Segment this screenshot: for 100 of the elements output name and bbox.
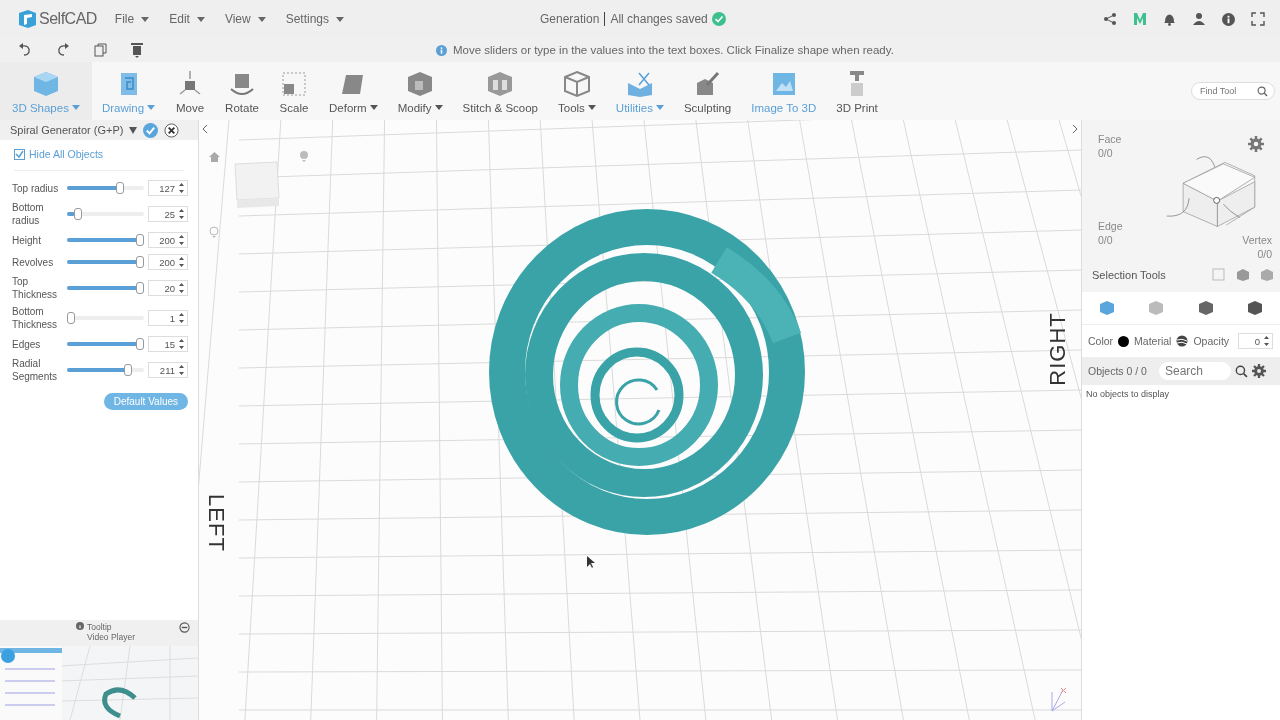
parameter-label: Edges: [12, 337, 42, 351]
axis-label: LEFT: [202, 494, 229, 552]
fullscreen-icon[interactable]: [1251, 12, 1265, 26]
project-name: Generation: [540, 12, 600, 26]
parameter-label: Revolves: [12, 255, 55, 269]
parameter-slider[interactable]: [66, 208, 144, 220]
expand-icon[interactable]: [1071, 124, 1079, 134]
minimize-icon[interactable]: [179, 622, 190, 633]
view-mode-icon[interactable]: [1247, 300, 1264, 316]
cube-select-icon[interactable]: [1236, 268, 1250, 282]
parameter-label: Bottom Thickness: [12, 305, 58, 331]
toolbar-button[interactable]: Scale: [269, 62, 319, 120]
spinner-icon[interactable]: [179, 234, 184, 246]
search-icon[interactable]: [1234, 364, 1248, 378]
hint-text: Move sliders or type in the values into the text boxes. Click Finalize shape when ready.: [453, 44, 894, 56]
number-field[interactable]: 1: [147, 310, 188, 326]
color-swatch[interactable]: [1118, 335, 1130, 347]
toolbar-button[interactable]: 3D Print: [826, 62, 888, 120]
caret-icon: [71, 105, 80, 110]
settings-icon[interactable]: [1248, 136, 1264, 152]
parameter-slider[interactable]: [66, 364, 144, 376]
search-field[interactable]: Search: [1158, 362, 1231, 380]
info-icon: [76, 622, 84, 630]
trash-icon[interactable]: [131, 42, 143, 58]
parameter-slider[interactable]: [66, 182, 144, 194]
spinner-icon[interactable]: [179, 312, 184, 324]
caret-icon: [257, 16, 266, 22]
bell-icon[interactable]: [1163, 12, 1176, 26]
caret-icon: [587, 105, 596, 110]
logo-icon: [16, 8, 38, 30]
confirm-icon[interactable]: [143, 122, 159, 138]
toolbar-button[interactable]: Deform: [319, 62, 388, 120]
opacity-label: Opacity: [1193, 335, 1230, 347]
caret-icon: [336, 16, 345, 22]
spinner-icon[interactable]: [179, 282, 184, 294]
view-mode-icon[interactable]: [1197, 300, 1214, 316]
axis-label: RIGHT: [1044, 312, 1071, 386]
caret-icon: [369, 105, 378, 110]
spinner-icon[interactable]: [179, 182, 184, 194]
parameter-slider[interactable]: [66, 312, 144, 324]
objects-count: Objects 0 / 0: [1088, 365, 1147, 377]
empty-message: No objects to display: [1085, 388, 1171, 401]
user-icon[interactable]: [1192, 12, 1206, 26]
edge-count: Edge 0/0: [1098, 219, 1123, 247]
tooltip-subtitle: Video Player: [87, 632, 136, 642]
opacity-field[interactable]: 0: [1238, 333, 1274, 349]
save-status: All changes saved: [610, 12, 708, 26]
toolbar-button[interactable]: Stitch & Scoop: [452, 62, 548, 120]
parameter-label: Top Thickness: [12, 275, 58, 301]
find-tool-field[interactable]: Find Tool: [1191, 82, 1275, 100]
menu-item[interactable]: File: [106, 10, 158, 28]
info-icon: [436, 44, 447, 56]
parameter-label: Top radius: [12, 181, 60, 195]
spinner-icon[interactable]: [179, 256, 184, 268]
number-field[interactable]: 127: [147, 180, 188, 196]
collapse-icon[interactable]: [201, 124, 209, 134]
caret-icon: [141, 16, 150, 22]
cursor-icon: [587, 556, 595, 568]
info-icon[interactable]: [1222, 12, 1235, 26]
close-icon[interactable]: [164, 122, 180, 138]
caret-icon: [196, 16, 205, 22]
toolbar-button[interactable]: Sculpting: [673, 62, 742, 120]
undo-icon[interactable]: [18, 43, 32, 57]
copy-icon[interactable]: [94, 43, 107, 57]
number-field[interactable]: 211: [147, 362, 188, 378]
number-field[interactable]: 200: [147, 232, 188, 248]
toolbar-button[interactable]: Rotate: [215, 62, 269, 120]
material-icon[interactable]: [1176, 335, 1189, 347]
caret-icon: [434, 105, 443, 110]
settings-icon[interactable]: [1251, 364, 1266, 378]
parameter-slider[interactable]: [66, 338, 144, 350]
parameter-label: Bottom radius: [12, 201, 45, 227]
spinner-icon[interactable]: [179, 208, 184, 220]
parameter-slider[interactable]: [66, 256, 144, 268]
spinner-icon[interactable]: [179, 338, 184, 350]
parameter-slider[interactable]: [66, 282, 144, 294]
parameter-label: Radial Segments: [12, 357, 59, 383]
panel-title: Spiral Generator (G+P): [10, 124, 124, 136]
toolbar-button[interactable]: Move: [165, 62, 216, 120]
spinner-icon[interactable]: [1264, 335, 1270, 347]
number-field[interactable]: 200: [147, 254, 188, 270]
caret-icon[interactable]: [129, 126, 138, 134]
check-icon: [711, 12, 726, 26]
parameter-label: Height: [12, 233, 42, 247]
tools-icon: [561, 68, 592, 99]
selection-tools-label: Selection Tools: [1092, 269, 1166, 281]
toolbar-button[interactable]: Modify: [387, 62, 453, 120]
vertex-count: Vertex 0/0: [1242, 233, 1272, 261]
redo-icon[interactable]: [56, 43, 70, 57]
number-field[interactable]: 15: [147, 336, 188, 352]
check-icon: [15, 149, 24, 159]
toolbar-button[interactable]: Tools: [548, 62, 606, 120]
share-icon[interactable]: [1103, 12, 1117, 26]
menu-item[interactable]: Edit: [161, 10, 213, 28]
spinner-icon[interactable]: [179, 364, 184, 376]
parameter-slider[interactable]: [66, 234, 144, 246]
menu-item[interactable]: Settings: [277, 10, 353, 28]
number-field[interactable]: 20: [147, 280, 188, 296]
number-field[interactable]: 25: [147, 206, 188, 222]
menu-item[interactable]: View: [216, 10, 274, 28]
